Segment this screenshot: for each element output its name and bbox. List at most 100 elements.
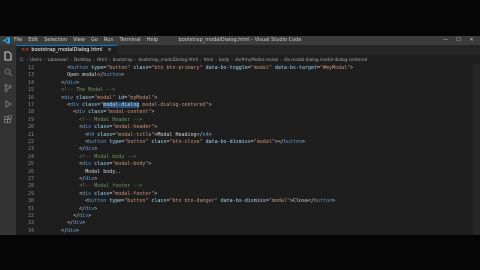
activity-bar [0,45,16,235]
menu-view[interactable]: View [73,37,85,43]
breadcrumb-separator: › [70,57,72,62]
line-number: 34 [27,227,34,234]
breadcrumb-item[interactable]: bootstrap_modalDialog.html [138,57,198,62]
code-token: < [43,161,83,168]
maximize-button[interactable]: ☐ [452,36,465,45]
code-token: class [73,94,92,101]
code-token: div [82,124,92,131]
code-token: "myModal" [127,94,155,101]
window-controls: — ☐ ✕ [439,36,478,45]
menu-terminal[interactable]: Terminal [120,37,141,43]
code-token: < [43,131,89,138]
close-window-button[interactable]: ✕ [465,36,478,45]
source-control-icon[interactable] [3,83,13,93]
code-token: > [148,161,152,168]
code-token: data-bs-target [271,65,317,71]
code-token: div [85,176,95,182]
vscode-logo-icon [3,37,10,44]
code-token: </ [43,213,80,219]
code-token: id [115,94,125,101]
code-token: button [103,72,122,79]
menu-selection[interactable]: Selection [44,37,67,43]
code-token: < [43,102,71,108]
breadcrumb-item[interactable]: Lokeswari [47,57,68,62]
code-token: "btn btn-primary" [151,65,203,71]
code-token: "modal" [94,94,116,101]
code-token: div [79,213,89,219]
tab-bar: <> bootstrap_modalDialog.html × [16,45,480,55]
breadcrumb-separator: › [108,57,111,62]
code-token: </ [43,220,74,227]
extensions-icon[interactable] [3,115,13,125]
breadcrumb-item[interactable]: html [204,57,214,62]
code-token: "button" [124,198,149,205]
code-token: < [43,65,71,71]
search-icon[interactable] [3,67,13,77]
code-token: class [148,139,167,145]
code-token: Modal body.. [43,168,122,175]
breadcrumb-item[interactable]: bootstrap [113,57,133,62]
code-token: > [208,102,212,108]
selection-highlight: modal-dialog [103,102,140,108]
breadcrumb-separator: › [93,57,95,62]
minimize-button[interactable]: — [439,36,452,45]
code-token: "btn btn-danger" [169,198,218,205]
breadcrumb-item[interactable]: body [219,57,229,62]
code-token: <!-- Modal body --> [43,153,137,160]
menu-run[interactable]: Run [104,37,114,43]
menu-file[interactable]: File [14,37,22,43]
code-token: div [67,227,77,234]
code-token: data-bs-dismiss [202,139,251,145]
code-token: </ [43,176,86,182]
code-token: >Close</ [289,198,314,205]
breadcrumb-item[interactable]: div#myModal.modal [235,57,278,62]
breadcrumb-item[interactable]: C: [20,57,24,62]
code-token: <!-- Modal Header --> [43,116,143,123]
breadcrumb-separator: › [43,57,46,62]
code-token: > [151,109,155,116]
code-token: div [85,205,95,212]
code-token: "modal-header" [112,124,155,131]
code-token: > [154,94,158,101]
code-token: modal-dialog-centered" [139,102,209,108]
code-token: < [43,124,83,131]
code-token: div [73,220,83,227]
code-token: < [43,190,83,197]
code-token: > [154,124,158,131]
breadcrumb-item[interactable]: Html [97,57,107,62]
code-token: data-bs-toggle [202,65,248,71]
breadcrumb-separator: › [280,57,282,62]
tab-close-button[interactable]: × [107,47,111,53]
run-debug-icon[interactable] [3,99,13,109]
breadcrumb-item[interactable]: div.modal-dialog.modal-dialog-centered [284,57,367,62]
menu-bar: File Edit Selection View Go Run Terminal Help [14,36,164,45]
code-token: </ [43,227,68,234]
explorer-icon[interactable] [3,51,13,61]
code-line[interactable]: 34 </div> [16,227,480,235]
html-file-icon: <> [21,47,30,53]
code-token: div [64,94,74,101]
code-token: > [88,213,92,219]
code-token: < [43,94,65,101]
tab-bootstrap-modal-dialog[interactable]: <> bootstrap_modalDialog.html × [16,45,118,55]
code-token: div [85,146,95,153]
menu-go[interactable]: Go [91,37,98,43]
breadcrumb-item[interactable]: Desktop [74,57,91,62]
menu-help[interactable]: Help [147,37,158,43]
breadcrumb-separator: › [231,57,233,62]
code-token: ></ [274,139,284,145]
code-token: type [106,198,122,205]
code-editor[interactable]: 12 <button type="button" class="btn btn-… [16,64,480,235]
code-token: div [70,102,80,108]
code-token: > [94,146,98,153]
breadcrumb-item[interactable]: Users [30,57,42,62]
code-token: > [121,72,125,79]
code-token: class [79,102,98,108]
code-token: "modal" [253,139,275,145]
menu-edit[interactable]: Edit [28,37,38,43]
code-token: > [154,190,158,197]
breadcrumb-separator: › [134,57,137,62]
code-token: < [43,139,89,145]
code-token: "modal-footer" [112,190,155,197]
code-token: < [43,198,89,205]
